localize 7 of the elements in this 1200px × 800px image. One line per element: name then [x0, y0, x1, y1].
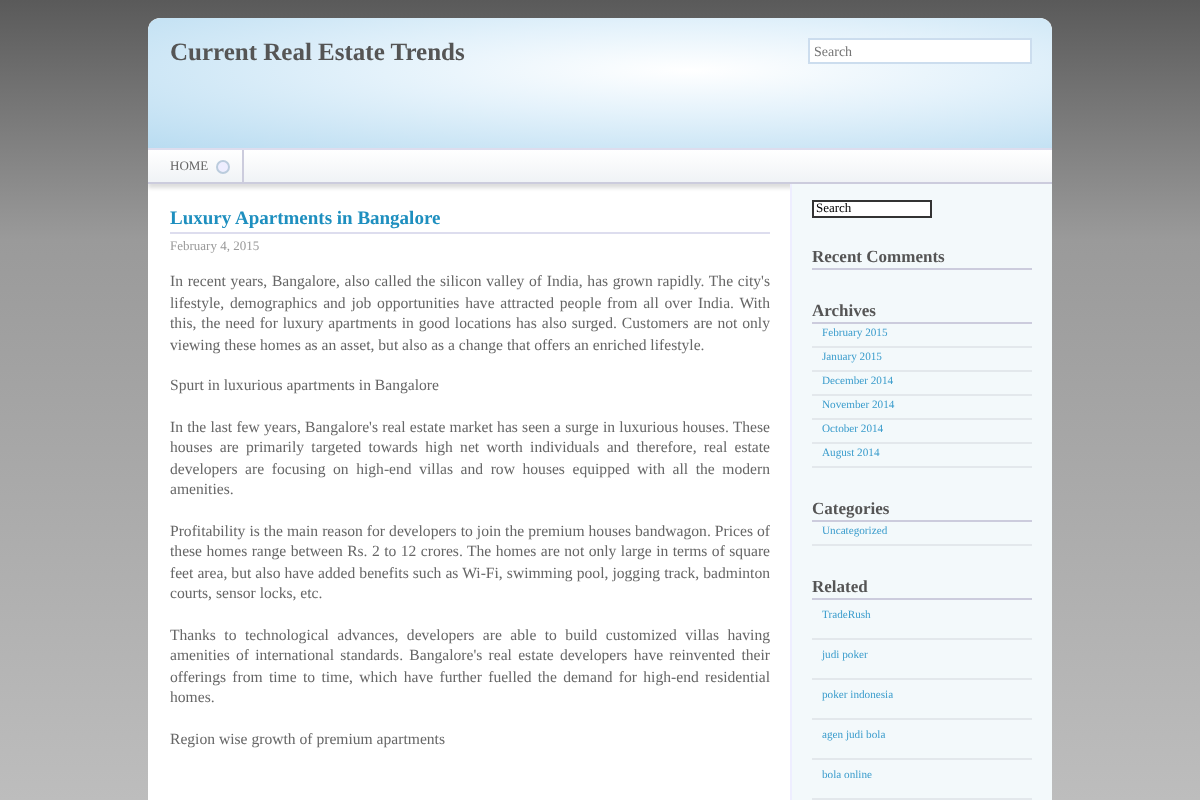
widget-title: Archives	[812, 300, 1032, 324]
site-title: Current Real Estate Trends	[170, 38, 465, 68]
widget-title: Categories	[812, 498, 1032, 522]
post-title[interactable]: Luxury Apartments in Bangalore	[170, 210, 770, 234]
widget-title: Recent Comments	[812, 246, 1032, 270]
widget-title: Related	[812, 576, 1032, 600]
circle-icon	[216, 159, 231, 173]
